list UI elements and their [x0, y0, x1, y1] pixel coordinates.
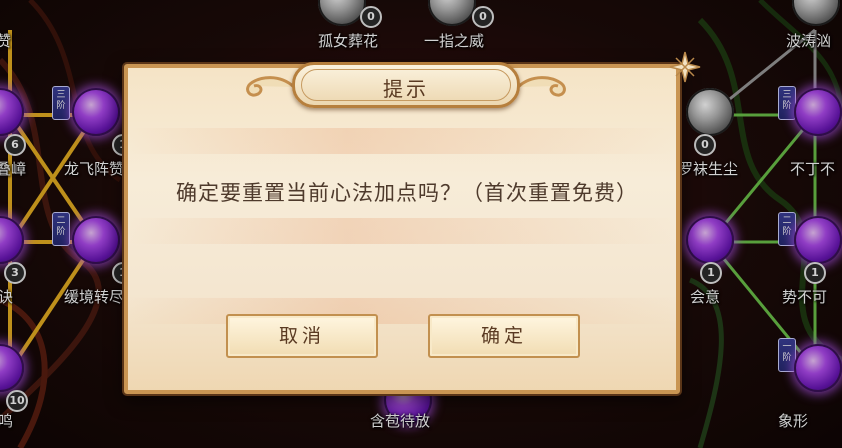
reset-confirm-dialog: 提示 确定要重置当前心法加点吗？（首次重置免费） 取消 确定: [124, 51, 701, 394]
confirm-button[interactable]: 确定: [428, 314, 580, 358]
dialog-message: 确定要重置当前心法加点吗？（首次重置免费）: [176, 181, 638, 205]
decorative-streak: [128, 218, 676, 244]
cancel-button[interactable]: 取消: [226, 314, 378, 358]
dialog-title-plate: 提示: [292, 62, 520, 108]
cloud-ornament-icon: [516, 76, 566, 97]
decorative-streak: [128, 298, 676, 324]
game-scene: 0 孤女葬花 0 一指之威 波涛汹 赞 6 叠嶂 三阶 1 龙飞阵赞 3 诀 二…: [0, 0, 842, 448]
cloud-ornament-icon: [246, 76, 296, 97]
dialog-title: 提示: [383, 77, 429, 101]
star-ornament-icon: [669, 51, 701, 83]
decorative-streak: [128, 128, 676, 154]
